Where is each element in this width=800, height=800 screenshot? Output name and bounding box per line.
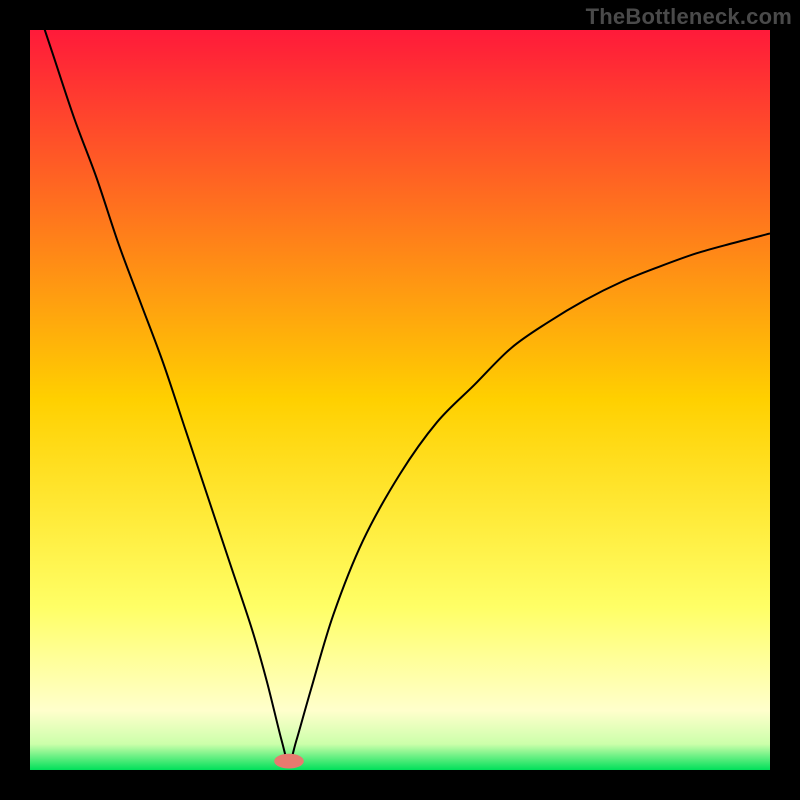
gradient-background: [30, 30, 770, 770]
optimal-point-marker: [274, 754, 304, 769]
chart-frame: [30, 30, 770, 770]
watermark-text: TheBottleneck.com: [586, 4, 792, 30]
chart-plot: [30, 30, 770, 770]
